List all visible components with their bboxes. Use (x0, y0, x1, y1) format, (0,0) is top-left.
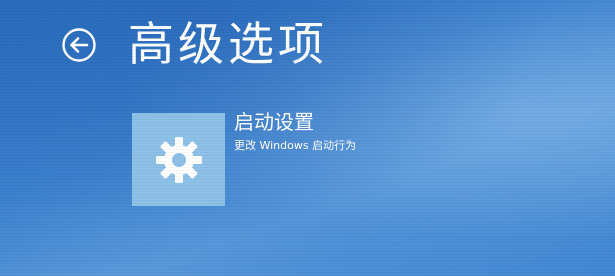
option-subtitle: 更改 Windows 启动行为 (234, 139, 357, 152)
back-arrow-icon (62, 28, 96, 62)
gear-icon (156, 137, 202, 183)
page-title: 高级选项 (128, 17, 328, 71)
startup-settings-option[interactable]: 启动设置 更改 Windows 启动行为 (132, 106, 412, 206)
option-title: 启动设置 (234, 110, 314, 134)
option-tile (132, 113, 225, 206)
back-button[interactable] (61, 27, 97, 63)
advanced-options-screen: 高级选项 启动设置 更改 Windows 启动行为 (0, 0, 615, 276)
